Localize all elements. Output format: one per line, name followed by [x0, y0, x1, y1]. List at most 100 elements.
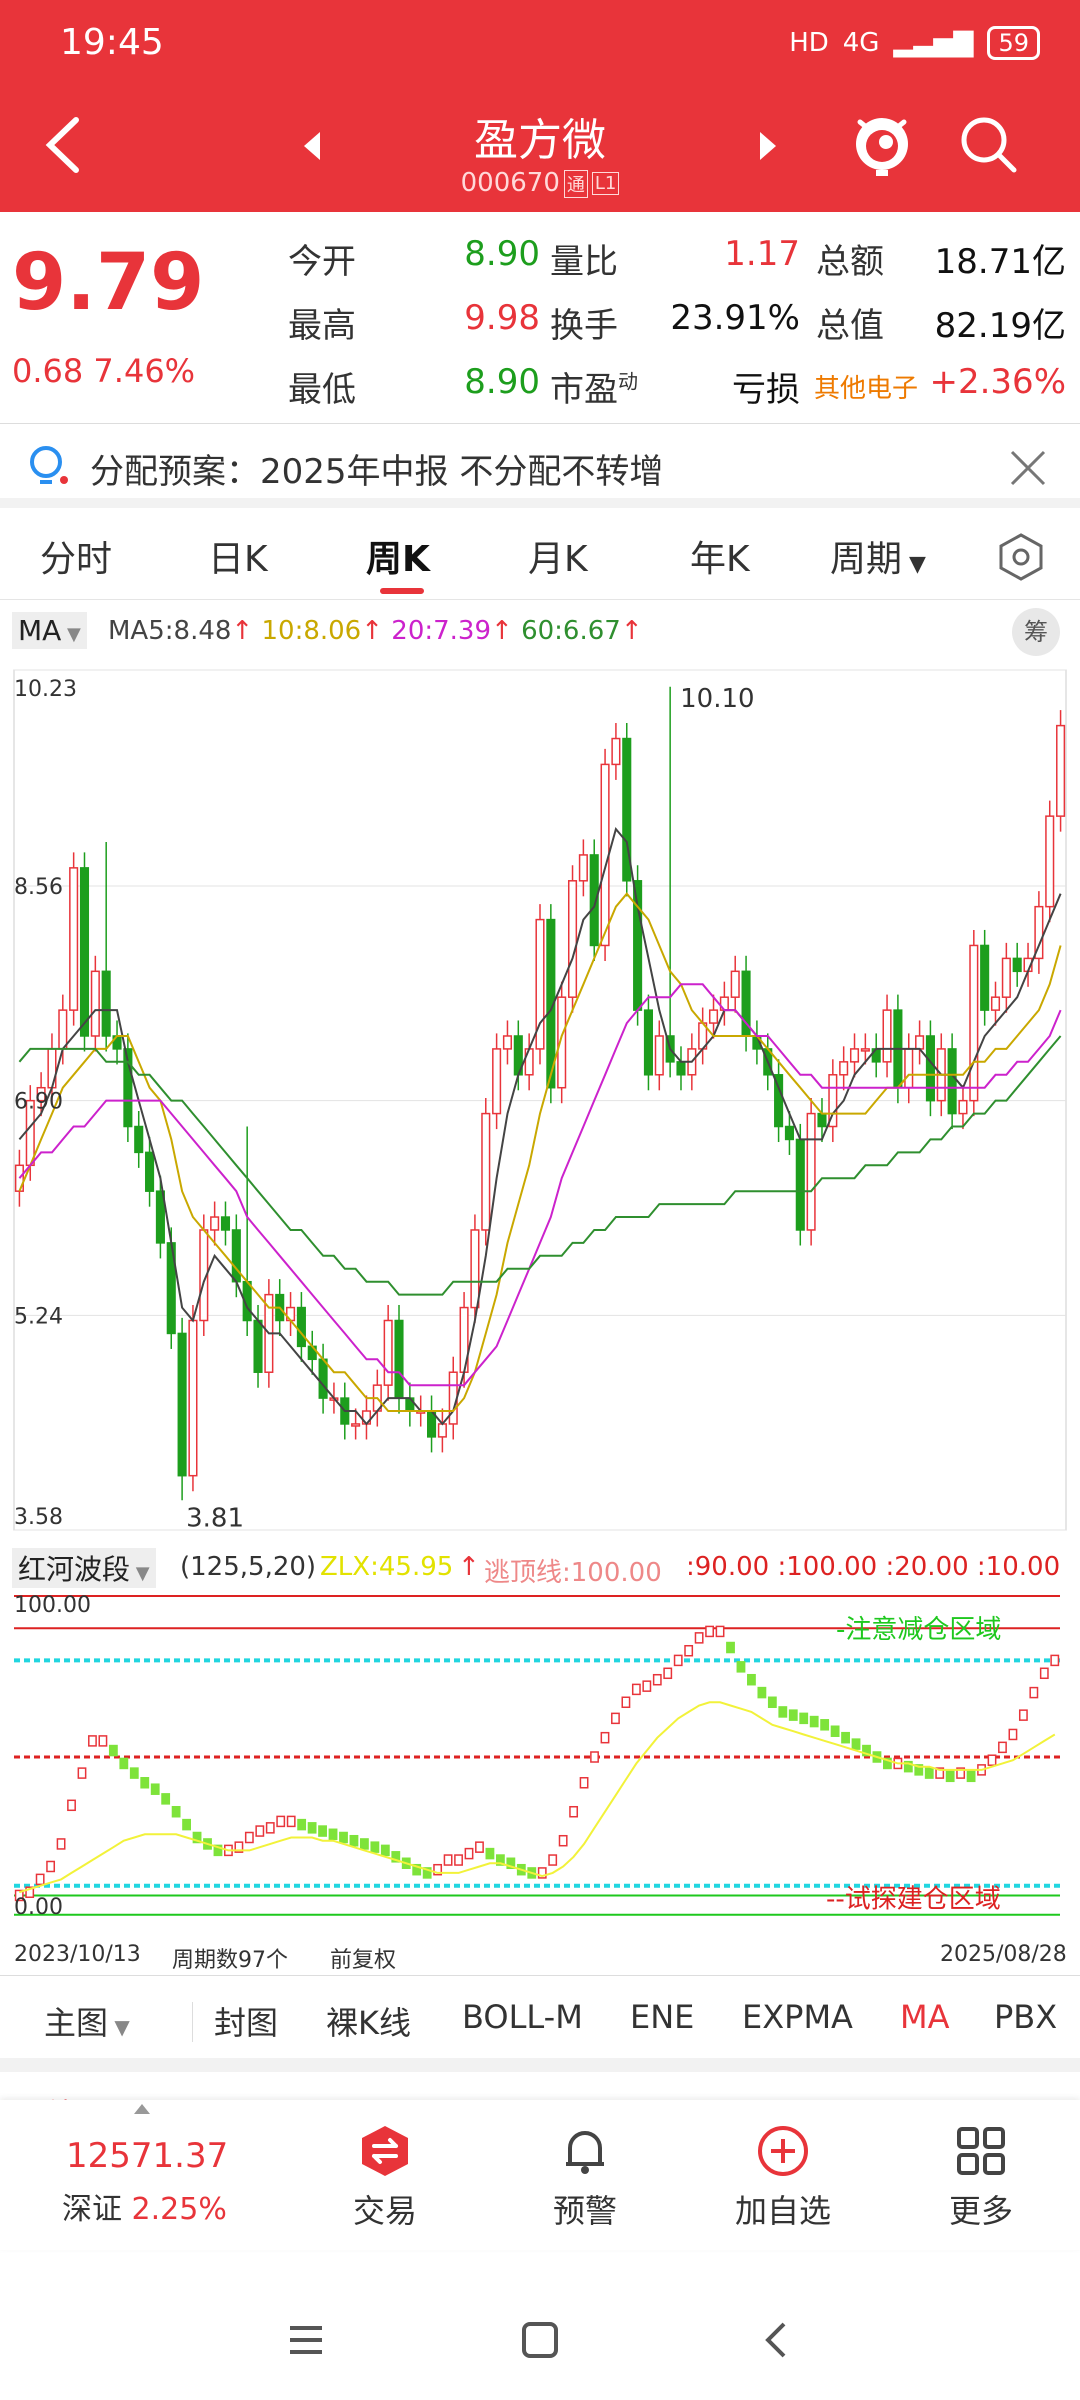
indicator-bar — [945, 1770, 955, 1783]
candle-body — [502, 1035, 513, 1050]
candlestick-chart[interactable]: 10.23 8.56 6.90 5.24 3.58 10.10 3.81 — [0, 660, 1080, 1540]
indicator-bar — [1018, 1709, 1028, 1721]
candle-body — [980, 944, 990, 1011]
indicator-bar — [966, 1770, 976, 1783]
search-icon[interactable] — [956, 112, 1020, 176]
home-icon[interactable] — [520, 2320, 560, 2360]
sector-label[interactable]: 其他电子 — [814, 368, 918, 405]
price-change: 0.68 7.46% — [12, 352, 196, 390]
indicator-bar — [119, 1757, 129, 1770]
signal-icon: ▂▃▅▇ — [893, 28, 974, 58]
indicator-bar — [548, 1854, 558, 1866]
candle-body — [481, 1112, 491, 1231]
menu-icon[interactable] — [286, 2320, 326, 2360]
open-label: 今开 — [288, 242, 356, 282]
candle-body — [188, 1319, 198, 1477]
indicator-bar — [726, 1641, 735, 1654]
indicator-pbx[interactable]: PBX — [994, 1998, 1057, 2036]
indicator-bar — [705, 1625, 715, 1638]
indicator-bar — [464, 1847, 474, 1860]
indicator-bar — [579, 1777, 589, 1789]
indicator-ene[interactable]: ENE — [630, 1998, 694, 2036]
candles — [14, 686, 1066, 1501]
signal-line — [18, 1701, 1056, 1894]
active-tab-indicator — [380, 588, 424, 594]
back-icon[interactable] — [756, 2320, 796, 2360]
candle-body — [730, 970, 740, 998]
indicator-bar — [788, 1709, 798, 1721]
indicator-bar — [307, 1822, 317, 1834]
tab-daily-k[interactable]: 日K — [208, 530, 268, 582]
candle-body — [860, 1048, 870, 1052]
main-chart-selector[interactable]: 主图 ▼ — [44, 1998, 130, 2044]
indicator-bar — [1039, 1667, 1049, 1680]
bell-icon — [566, 2131, 604, 2174]
settings-hexagon-icon[interactable] — [996, 532, 1046, 582]
indicator-params: (125,5,20) — [180, 1552, 317, 1582]
indicator-feng-tu[interactable]: 封图 — [214, 1998, 278, 2044]
tab-weekly-k[interactable]: 周K — [366, 530, 430, 582]
expand-up-icon[interactable] — [132, 2102, 152, 2116]
stock-name: 盈方微 — [474, 115, 606, 166]
next-stock-icon[interactable] — [756, 130, 780, 162]
candle-body — [69, 867, 79, 1011]
indicator-bar — [736, 1661, 746, 1673]
volume-ratio-value: 1.17 — [724, 234, 800, 274]
indicator-bar — [286, 1815, 296, 1828]
candle-body — [210, 1216, 220, 1231]
open-value: 8.90 — [464, 234, 540, 274]
candle-body — [383, 1319, 393, 1386]
bottom-navigation: 12571.37 深证 2.25% 交易 预警 加自选 更多 — [0, 2100, 1080, 2250]
candle-body — [969, 944, 979, 1102]
tab-period-dropdown[interactable]: 周期 ▼ — [830, 530, 926, 582]
network-icon: 4G — [842, 28, 880, 58]
candle-body — [990, 996, 1001, 1011]
ma-values: MA5:8.48↑ 10:8.06↑ 20:7.39↑ 60:6.67↑ — [108, 616, 643, 646]
tab-yearly-k[interactable]: 年K — [690, 530, 750, 582]
pe-label: 市盈动 — [550, 369, 638, 410]
add-watchlist-button[interactable]: 加自选 — [718, 2124, 848, 2232]
indicator-selector[interactable]: 红河波段 ▼ — [12, 1548, 156, 1588]
indicator-bar — [255, 1825, 265, 1837]
indicator-bar — [600, 1731, 610, 1744]
indicator-bar: 主图 ▼ 封图 裸K线 BOLL-M ENE EXPMA MA PBX — [0, 1976, 1080, 2072]
candle-body — [220, 1216, 231, 1231]
alert-button[interactable]: 预警 — [520, 2124, 650, 2232]
more-button[interactable]: 更多 — [916, 2124, 1046, 2232]
indicator-naked-k[interactable]: 裸K线 — [326, 1998, 411, 2044]
low-annotation: 3.81 — [186, 1503, 244, 1533]
start-date: 2023/10/13 — [14, 1942, 141, 1967]
candle-body — [470, 1229, 480, 1309]
mascot-icon[interactable] — [850, 108, 914, 178]
top-zone-label: -注意减仓区域 — [836, 1615, 1001, 1645]
ma-selector[interactable]: MA ▼ — [12, 612, 87, 649]
high-label: 最高 — [288, 306, 356, 346]
pe-value: 亏损 — [732, 370, 800, 410]
candle-body — [795, 1138, 805, 1231]
tab-intraday[interactable]: 分时 — [40, 530, 112, 582]
turnover-rate-value: 23.91% — [670, 298, 800, 338]
indicator-bar — [767, 1696, 777, 1709]
indicator-ma[interactable]: MA — [900, 1998, 950, 2036]
current-price: 9.79 — [12, 238, 205, 328]
trade-button[interactable]: 交易 — [320, 2124, 450, 2232]
indicator-bar — [35, 1873, 45, 1886]
adjust-mode[interactable]: 前复权 — [330, 1942, 396, 1974]
trade-icon — [362, 2126, 408, 2176]
indicator-boll-m[interactable]: BOLL-M — [462, 1998, 583, 2036]
indicator-bar — [161, 1793, 171, 1805]
index-name[interactable]: 深证 2.25% — [62, 2184, 227, 2228]
indicator-bar — [809, 1715, 819, 1728]
index-value[interactable]: 12571.37 — [66, 2136, 228, 2176]
indicator-expma[interactable]: EXPMA — [742, 1998, 853, 2036]
chip-distribution-button[interactable]: 筹 — [1012, 608, 1060, 656]
indicator-bar — [621, 1696, 631, 1709]
tab-monthly-k[interactable]: 月K — [528, 530, 588, 582]
notice-bar[interactable]: 分配预案：2025年中报 不分配不转增 — [0, 426, 1080, 508]
close-icon[interactable] — [1008, 448, 1048, 488]
indicator-chart[interactable]: 100.00 0.00 -注意减仓区域 --试探建仓区域 — [0, 1588, 1080, 1936]
indicator-bar — [715, 1625, 725, 1638]
candle-body — [915, 1035, 925, 1050]
header-bar: 19:45 HD 4G ▂▃▅▇ 59 盈方微 000670 通 L1 — [0, 0, 1080, 212]
indicator-bar — [1050, 1654, 1060, 1667]
